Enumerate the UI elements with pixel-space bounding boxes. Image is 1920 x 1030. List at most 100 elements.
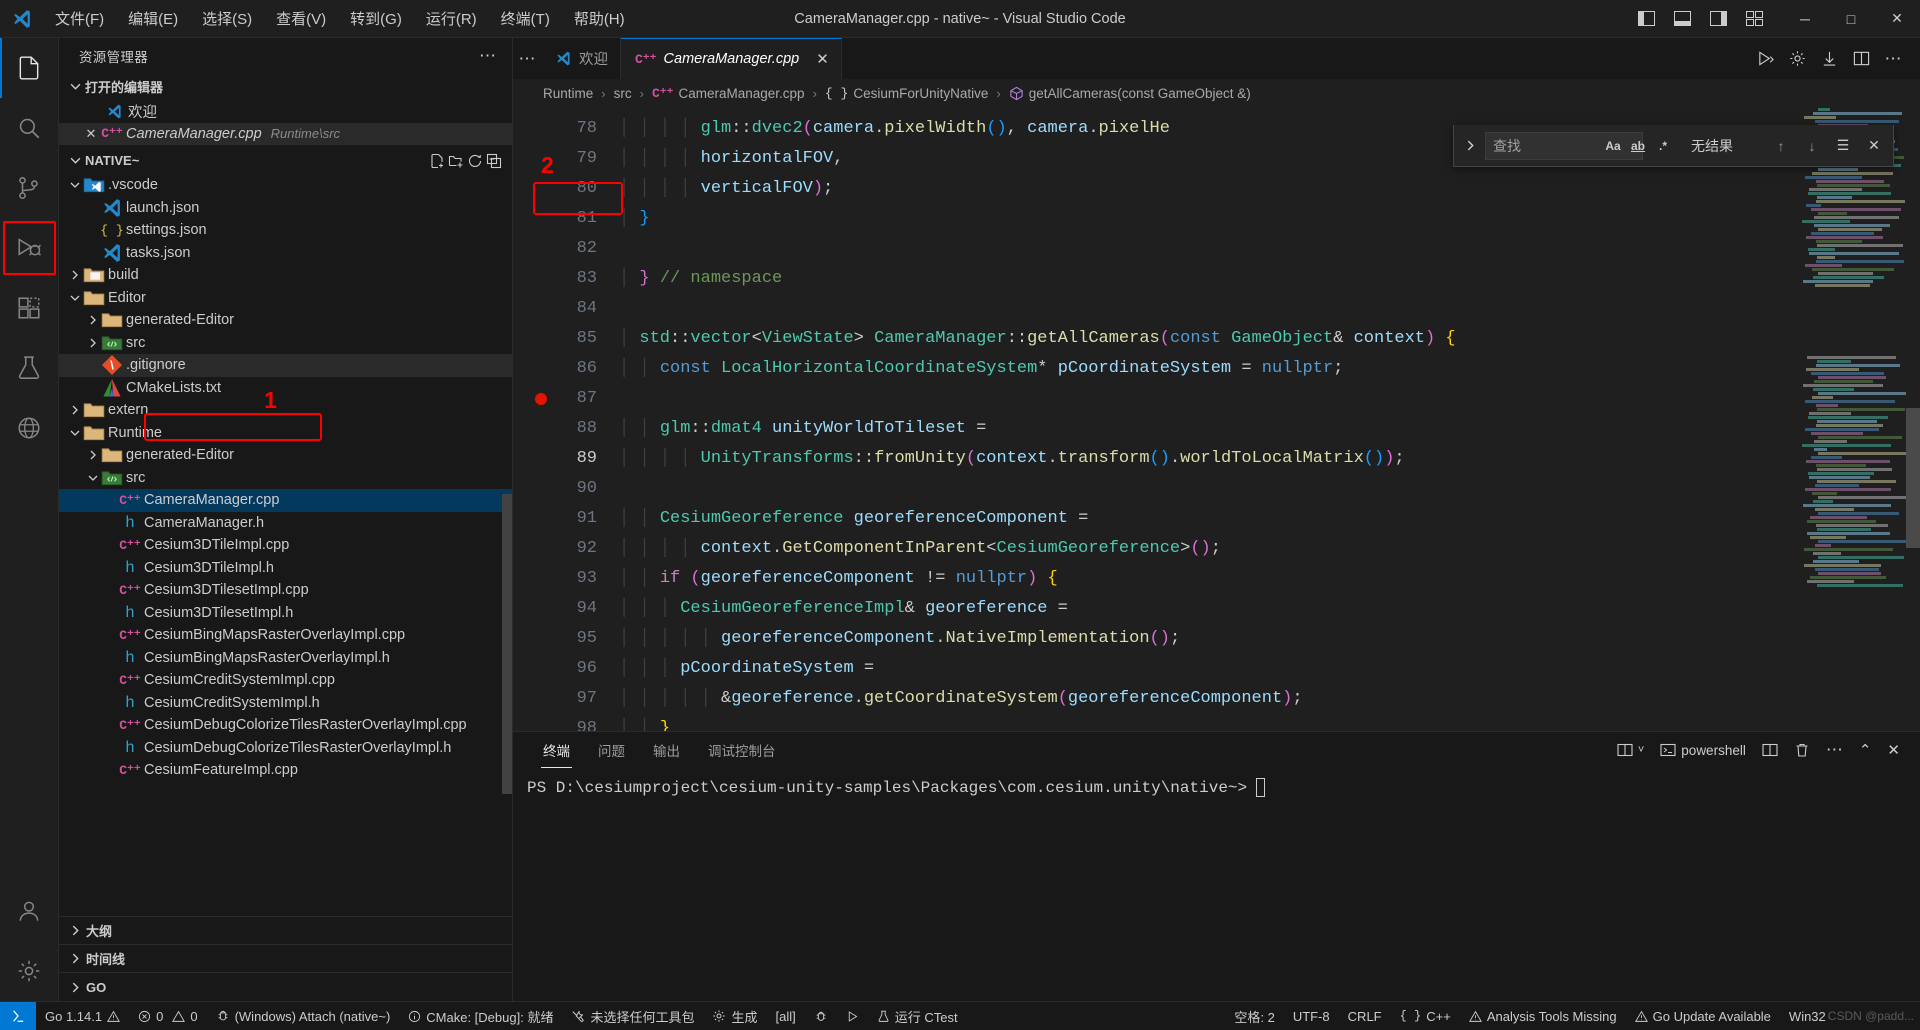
line-number-87[interactable]: 87	[513, 384, 609, 414]
tree-file-CesiumFeatureImpl.cpp[interactable]: C⁺⁺ CesiumFeatureImpl.cpp	[59, 759, 512, 782]
code-line-87[interactable]	[609, 384, 1920, 414]
open-editor-item-welcome[interactable]: 欢迎	[59, 100, 512, 123]
menu-help[interactable]: 帮助(H)	[563, 4, 636, 33]
sidebar-item-run-and-debug[interactable]	[0, 218, 59, 278]
code-line-93[interactable]: │ │ if (georeferenceComponent != nullptr…	[609, 564, 1920, 594]
code-line-91[interactable]: │ │ CesiumGeoreference georeferenceCompo…	[609, 504, 1920, 534]
line-number-96[interactable]: 96	[513, 654, 609, 684]
use-regex-icon[interactable]: .*	[1652, 135, 1674, 157]
line-number-90[interactable]: 90	[513, 474, 609, 504]
tree-file-CesiumCreditSystemImpl.cpp[interactable]: C⁺⁺ CesiumCreditSystemImpl.cpp	[59, 669, 512, 692]
chevron-right-icon[interactable]	[67, 405, 83, 415]
tree-file-CesiumDebugColorizeTilesRasterOverlayImpl.cpp[interactable]: C⁺⁺ CesiumDebugColorizeTilesRasterOverlay…	[59, 714, 512, 737]
line-number-78[interactable]: 78	[513, 114, 609, 144]
sidebar-item-explorer[interactable]	[0, 38, 59, 98]
panel-close-button[interactable]: ✕	[1881, 736, 1906, 764]
code-line-86[interactable]: │ │ const LocalHorizontalCoordinateSyste…	[609, 354, 1920, 384]
terminal-output[interactable]: PS D:\cesiumproject\cesium-unity-samples…	[513, 768, 1920, 1001]
kill-terminal-button[interactable]	[1788, 736, 1816, 764]
whole-word-icon[interactable]: ab	[1627, 135, 1649, 157]
tab-welcome[interactable]: 欢迎	[541, 38, 621, 79]
chevron-down-icon[interactable]	[67, 180, 83, 190]
tree-file-CesiumBingMapsRasterOverlayImpl.cpp[interactable]: C⁺⁺ CesiumBingMapsRasterOverlayImpl.cpp	[59, 624, 512, 647]
chevron-right-icon[interactable]	[85, 315, 101, 325]
tree-file-Cesium3DTilesetImpl.h[interactable]: h Cesium3DTilesetImpl.h	[59, 602, 512, 625]
tree-folder-build[interactable]: build	[59, 264, 512, 287]
tree-file-.gitignore[interactable]: .gitignore	[59, 354, 512, 377]
status-kit[interactable]: 未选择任何工具包	[562, 1002, 703, 1030]
breadcrumb-item-namespace[interactable]: { } CesiumForUnityNative	[825, 86, 988, 101]
code-line-82[interactable]	[609, 234, 1920, 264]
tree-folder-Runtime[interactable]: Runtime	[59, 422, 512, 445]
line-number-89[interactable]: 89	[513, 444, 609, 474]
line-number-80[interactable]: 80	[513, 174, 609, 204]
code-line-85[interactable]: │ std::vector<ViewState> CameraManager::…	[609, 324, 1920, 354]
find-close-icon[interactable]: ✕	[1861, 133, 1887, 159]
code-content[interactable]: │ │ │ │ glm::dvec2(camera.pixelWidth(), …	[609, 108, 1920, 731]
split-editor-icon[interactable]	[1846, 42, 1876, 76]
tree-file-CMakeLists.txt[interactable]: CMakeLists.txt	[59, 377, 512, 400]
tree-file-CesiumCreditSystemImpl.h[interactable]: h CesiumCreditSystemImpl.h	[59, 692, 512, 715]
breadcrumb-item-file[interactable]: C⁺⁺ CameraManager.cpp	[652, 86, 805, 101]
panel-maximize-button[interactable]: ⌃	[1853, 736, 1878, 764]
section-open-editors[interactable]: 打开的编辑器	[59, 73, 512, 100]
chevron-down-icon[interactable]	[67, 293, 83, 303]
sidebar-more-actions-button[interactable]: ⋯	[471, 46, 504, 66]
line-number-97[interactable]: 97	[513, 684, 609, 714]
open-changes-icon[interactable]	[1814, 42, 1844, 76]
code-line-81[interactable]: │ }	[609, 204, 1920, 234]
tab-output[interactable]: 输出	[639, 732, 694, 768]
find-previous-button[interactable]: ↑	[1768, 133, 1794, 159]
toggle-primary-sidebar-icon[interactable]	[1628, 1, 1664, 37]
breadcrumb-item-runtime[interactable]: Runtime	[543, 86, 593, 101]
status-cmake[interactable]: CMake: [Debug]: 就绪	[399, 1002, 562, 1030]
editor-scrollbar[interactable]	[1906, 108, 1920, 731]
code-line-97[interactable]: │ │ │ │ │ &georeference.getCoordinateSys…	[609, 684, 1920, 714]
tabs-more-icon[interactable]: ⋯	[513, 38, 541, 79]
close-icon[interactable]: ✕	[81, 126, 101, 142]
line-number-82[interactable]: 82	[513, 234, 609, 264]
status-target[interactable]: [all]	[766, 1002, 804, 1030]
split-terminal-button[interactable]	[1756, 736, 1784, 764]
status-build[interactable]: 生成	[703, 1002, 766, 1030]
tree-file-CameraManager.cpp[interactable]: C⁺⁺ CameraManager.cpp	[59, 489, 512, 512]
section-workspace[interactable]: NATIVE~	[59, 147, 512, 174]
status-analysis-tools[interactable]: Analysis Tools Missing	[1460, 1002, 1626, 1030]
panel-more-actions-button[interactable]: ⋯	[1820, 736, 1849, 764]
line-number-84[interactable]: 84	[513, 294, 609, 324]
status-indentation[interactable]: 空格: 2	[1225, 1002, 1283, 1030]
status-go-update[interactable]: Go Update Available	[1626, 1002, 1780, 1030]
tree-folder-src[interactable]: src	[59, 332, 512, 355]
code-line-80[interactable]: │ │ │ │ verticalFOV);	[609, 174, 1920, 204]
open-editor-item-cameramanager[interactable]: ✕ C⁺⁺ CameraManager.cpp Runtime\src	[59, 122, 512, 145]
tab-close-icon[interactable]: ✕	[816, 50, 829, 68]
menu-selection[interactable]: 选择(S)	[191, 4, 263, 33]
tree-file-Cesium3DTilesetImpl.cpp[interactable]: C⁺⁺ Cesium3DTilesetImpl.cpp	[59, 579, 512, 602]
line-number-86[interactable]: 86	[513, 354, 609, 384]
sidebar-item-source-control[interactable]	[0, 158, 59, 218]
tab-terminal[interactable]: 终端	[529, 732, 584, 768]
tab-cameramanager-cpp[interactable]: C⁺⁺ CameraManager.cpp ✕	[621, 38, 842, 79]
window-minimize-button[interactable]: ─	[1782, 0, 1828, 38]
menu-run[interactable]: 运行(R)	[415, 4, 488, 33]
code-line-84[interactable]	[609, 294, 1920, 324]
tree-folder-.vscode[interactable]: .vscode	[59, 174, 512, 197]
chevron-down-icon[interactable]	[67, 428, 83, 438]
tree-folder-Editor[interactable]: Editor	[59, 287, 512, 310]
settings-gear-icon[interactable]	[1782, 42, 1812, 76]
sidebar-item-remote-explorer[interactable]	[0, 398, 59, 458]
tab-problems[interactable]: 问题	[584, 732, 639, 768]
find-next-button[interactable]: ↓	[1799, 133, 1825, 159]
tree-file-launch.json[interactable]: launch.json	[59, 197, 512, 220]
code-line-95[interactable]: │ │ │ │ │ georeferenceComponent.NativeIm…	[609, 624, 1920, 654]
menu-terminal[interactable]: 终端(T)	[490, 4, 561, 33]
menu-view[interactable]: 查看(V)	[265, 4, 337, 33]
collapse-all-icon[interactable]	[486, 153, 502, 169]
tab-debug-console[interactable]: 调试控制台	[694, 732, 790, 768]
code-line-90[interactable]	[609, 474, 1920, 504]
line-number-95[interactable]: 95	[513, 624, 609, 654]
customize-layout-icon[interactable]	[1736, 1, 1772, 37]
chevron-down-icon[interactable]	[85, 473, 101, 483]
sidebar-item-extensions[interactable]	[0, 278, 59, 338]
line-number-85[interactable]: 85	[513, 324, 609, 354]
